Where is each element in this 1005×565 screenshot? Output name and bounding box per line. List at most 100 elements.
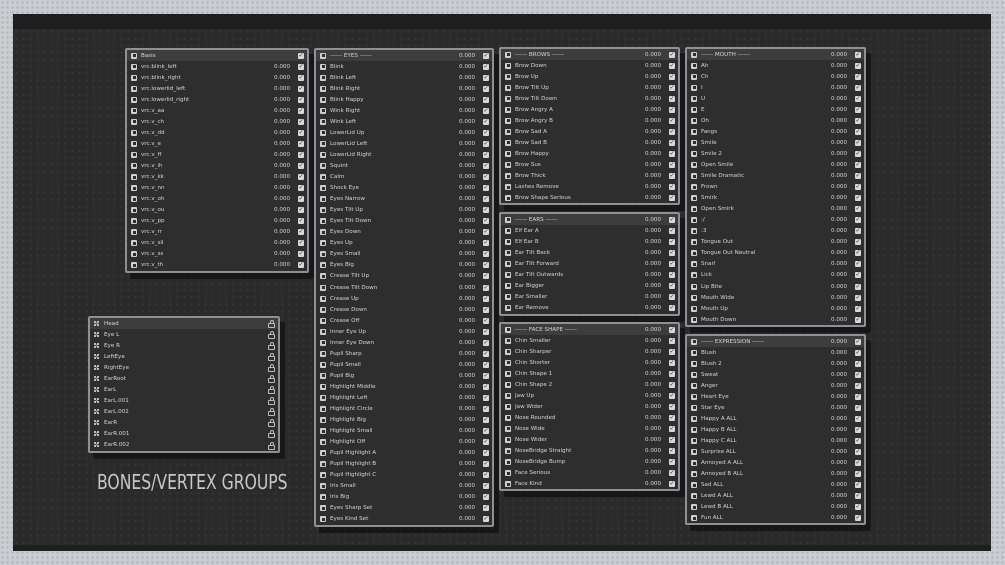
shape-key-name[interactable]: ------ BROWS ------ bbox=[515, 52, 637, 58]
mute-checkbox-icon[interactable]: ✓ bbox=[669, 139, 675, 146]
shape-key-name[interactable]: vrc.blink_left bbox=[141, 64, 266, 70]
vertex-group-name[interactable]: EarL.001 bbox=[104, 398, 267, 404]
shape-key-row-eyes[interactable]: ------ EYES ------ 0.000 ✓ bbox=[316, 50, 492, 62]
shape-key-value[interactable]: 0.000 bbox=[637, 349, 661, 355]
shape-key-value[interactable]: 0.000 bbox=[823, 394, 847, 400]
vertex-group-row-earroot[interactable]: EarRoot bbox=[90, 373, 278, 384]
shape-key-value[interactable]: 0.000 bbox=[637, 360, 661, 366]
shape-key-value[interactable]: 0.000 bbox=[823, 63, 847, 69]
shape-key-name[interactable]: Oh bbox=[701, 118, 823, 124]
shape-key-value[interactable]: 0.000 bbox=[266, 251, 290, 257]
shape-key-row-vrc-lowerlid-left[interactable]: vrc.lowerlid_left 0.000 ✓ bbox=[127, 83, 307, 94]
mute-checkbox-icon[interactable]: ✓ bbox=[855, 272, 861, 279]
mute-checkbox-icon[interactable]: ✓ bbox=[669, 51, 675, 58]
shape-key-name[interactable]: Brow Tilt Up bbox=[515, 85, 637, 91]
shape-key-name[interactable]: Mouth Up bbox=[701, 306, 823, 312]
mute-checkbox-icon[interactable]: ✓ bbox=[298, 85, 304, 92]
shape-key-name[interactable]: Happy A ALL bbox=[701, 416, 823, 422]
shape-key-value[interactable]: 0.000 bbox=[823, 96, 847, 102]
shape-key-name[interactable]: Snarl bbox=[701, 261, 823, 267]
shape-key-name[interactable]: Smile 2 bbox=[701, 151, 823, 157]
shape-key-row-brow-down[interactable]: Brow Down 0.000 ✓ bbox=[501, 60, 678, 71]
shape-key-value[interactable]: 0.000 bbox=[451, 340, 475, 346]
shape-key-value[interactable]: 0.000 bbox=[637, 228, 661, 234]
shape-key-value[interactable]: 0.000 bbox=[451, 384, 475, 390]
shape-key-row-eyes-kind-set[interactable]: Eyes Kind Set 0.000 ✓ bbox=[316, 514, 492, 525]
vertex-group-name[interactable]: EarL.002 bbox=[104, 409, 267, 415]
shape-key-name[interactable]: Blink bbox=[330, 64, 451, 70]
shape-key-name[interactable]: Face Serious bbox=[515, 470, 637, 476]
mute-checkbox-icon[interactable]: ✓ bbox=[483, 74, 489, 81]
shape-key-row-pupil-highlight-c[interactable]: Pupil Highlight C 0.000 ✓ bbox=[316, 470, 492, 481]
shape-key-name[interactable]: Star Eye bbox=[701, 405, 823, 411]
shape-key-value[interactable]: 0.000 bbox=[823, 140, 847, 146]
shape-key-name[interactable]: Lewd B ALL bbox=[701, 504, 823, 510]
mute-checkbox-icon[interactable]: ✓ bbox=[483, 494, 489, 501]
mute-checkbox-icon[interactable]: ✓ bbox=[855, 184, 861, 191]
shape-key-value[interactable]: 0.000 bbox=[451, 240, 475, 246]
shape-key-value[interactable]: 0.000 bbox=[823, 372, 847, 378]
mute-checkbox-icon[interactable]: ✓ bbox=[855, 106, 861, 113]
mute-checkbox-icon[interactable]: ✓ bbox=[483, 129, 489, 136]
mute-checkbox-icon[interactable]: ✓ bbox=[483, 118, 489, 125]
shape-key-value[interactable]: 0.000 bbox=[451, 207, 475, 213]
shape-key-name[interactable]: Smile Dramatic bbox=[701, 173, 823, 179]
mute-checkbox-icon[interactable]: ✓ bbox=[483, 306, 489, 313]
vertex-group-name[interactable]: LeftEye bbox=[104, 354, 267, 360]
mute-checkbox-icon[interactable]: ✓ bbox=[298, 207, 304, 214]
shape-key-value[interactable]: 0.000 bbox=[637, 239, 661, 245]
shape-key-value[interactable]: 0.000 bbox=[451, 318, 475, 324]
shape-key-row-iris-big[interactable]: Iris Big 0.000 ✓ bbox=[316, 492, 492, 503]
mute-checkbox-icon[interactable]: ✓ bbox=[855, 161, 861, 168]
shape-key-value[interactable]: 0.000 bbox=[451, 53, 475, 59]
shape-key-name[interactable]: vrc.v_nn bbox=[141, 185, 266, 191]
shape-key-row-blink-left[interactable]: Blink Left 0.000 ✓ bbox=[316, 72, 492, 83]
shape-key-value[interactable]: 0.000 bbox=[823, 295, 847, 301]
shape-key-value[interactable]: 0.000 bbox=[637, 283, 661, 289]
lock-icon[interactable] bbox=[267, 342, 275, 351]
shape-key-value[interactable]: 0.000 bbox=[266, 152, 290, 158]
mute-checkbox-icon[interactable]: ✓ bbox=[483, 516, 489, 523]
shape-key-row-brows[interactable]: ------ BROWS ------ 0.000 ✓ bbox=[501, 49, 678, 61]
shape-key-name[interactable]: Highlight Circle bbox=[330, 406, 451, 412]
shape-key-value[interactable]: 0.000 bbox=[823, 339, 847, 345]
shape-key-row-face-shape[interactable]: ------ FACE SHAPE ------ 0.000 ✓ bbox=[501, 324, 678, 336]
shape-key-value[interactable]: 0.000 bbox=[637, 382, 661, 388]
shape-key-row-ear-tilt-forward[interactable]: Ear Tilt Forward 0.000 ✓ bbox=[501, 258, 678, 269]
shape-key-name[interactable]: Ear Remove bbox=[515, 305, 637, 311]
shape-key-row-crease-off[interactable]: Crease Off 0.000 ✓ bbox=[316, 315, 492, 326]
shape-key-name[interactable]: Ear Tilt Forward bbox=[515, 261, 637, 267]
mute-checkbox-icon[interactable]: ✓ bbox=[855, 426, 861, 433]
shape-key-name[interactable]: Wink Left bbox=[330, 119, 451, 125]
mute-checkbox-icon[interactable]: ✓ bbox=[855, 382, 861, 389]
mute-checkbox-icon[interactable]: ✓ bbox=[855, 150, 861, 157]
shape-key-value[interactable]: 0.000 bbox=[823, 52, 847, 58]
shape-key-value[interactable]: 0.000 bbox=[451, 516, 475, 522]
shape-key-row-e[interactable]: E 0.000 ✓ bbox=[687, 104, 864, 115]
lock-icon[interactable] bbox=[267, 331, 275, 340]
shape-key-name[interactable]: Eyes Sharp Set bbox=[330, 505, 451, 511]
shape-key-value[interactable]: 0.000 bbox=[637, 470, 661, 476]
mute-checkbox-icon[interactable]: ✓ bbox=[483, 317, 489, 324]
shape-key-row-open-smile[interactable]: Open Smile 0.000 ✓ bbox=[687, 159, 864, 170]
shape-key-value[interactable]: 0.000 bbox=[451, 86, 475, 92]
shape-key-value[interactable]: 0.000 bbox=[637, 85, 661, 91]
mute-checkbox-icon[interactable]: ✓ bbox=[855, 117, 861, 124]
shape-key-name[interactable]: Highlight Middle bbox=[330, 384, 451, 390]
shape-key-row-vrc-v-nn[interactable]: vrc.v_nn 0.000 ✓ bbox=[127, 183, 307, 194]
shape-key-name[interactable]: Blink Right bbox=[330, 86, 451, 92]
shape-key-value[interactable]: 0.000 bbox=[823, 217, 847, 223]
shape-key-row-blink-right[interactable]: Blink Right 0.000 ✓ bbox=[316, 83, 492, 94]
vertex-group-name[interactable]: EarR.001 bbox=[104, 431, 267, 437]
shape-key-value[interactable]: 0.000 bbox=[266, 75, 290, 81]
shape-key-row-nose-wider[interactable]: Nose Wider 0.000 ✓ bbox=[501, 434, 678, 445]
shape-key-row-mouth[interactable]: ------ MOUTH ------ 0.000 ✓ bbox=[687, 49, 864, 61]
mute-checkbox-icon[interactable]: ✓ bbox=[669, 304, 675, 311]
shape-key-row-eyes-up[interactable]: Eyes Up 0.000 ✓ bbox=[316, 238, 492, 249]
shape-key-row-fun-all[interactable]: Fun ALL 0.000 ✓ bbox=[687, 513, 864, 523]
shape-key-name[interactable]: Crease Off bbox=[330, 318, 451, 324]
shape-key-row-pupil-small[interactable]: Pupil Small 0.000 ✓ bbox=[316, 359, 492, 370]
mute-checkbox-icon[interactable]: ✓ bbox=[855, 228, 861, 235]
shape-key-name[interactable]: Ah bbox=[701, 63, 823, 69]
mute-checkbox-icon[interactable]: ✓ bbox=[669, 359, 675, 366]
